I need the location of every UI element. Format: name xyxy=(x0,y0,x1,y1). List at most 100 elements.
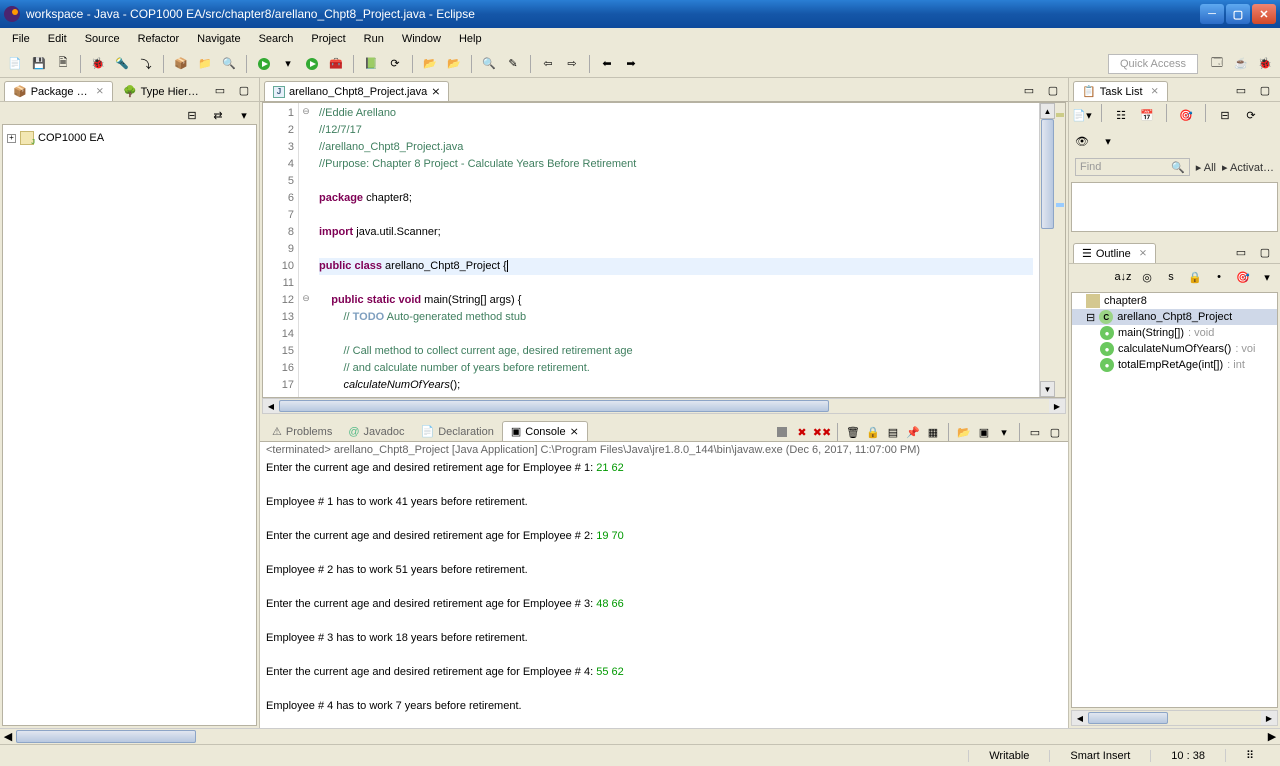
problems-tab[interactable]: ⚠Problems xyxy=(264,422,340,441)
scroll-right-arrow[interactable]: ▶ xyxy=(1264,729,1280,744)
workspace-horizontal-scrollbar[interactable]: ◀ ▶ xyxy=(0,728,1280,744)
activate-dropdown[interactable]: ▸ Activat… xyxy=(1222,161,1274,174)
type-hierarchy-tab[interactable]: 🌳 Type Hier… xyxy=(115,82,207,101)
expand-icon[interactable]: + xyxy=(7,134,16,143)
display-selected-button[interactable]: ▦ xyxy=(924,423,942,441)
close-icon[interactable]: ⨯ xyxy=(1151,86,1159,97)
minimize-view-button[interactable]: ▭ xyxy=(1026,423,1044,441)
hide-local-button[interactable]: • xyxy=(1208,266,1230,288)
declaration-tab[interactable]: 📄Declaration xyxy=(413,422,502,441)
debug-perspective-button[interactable]: 🐞 xyxy=(1254,53,1276,75)
remove-launch-button[interactable]: ✖ xyxy=(793,423,811,441)
schedule-button[interactable]: 📅 xyxy=(1136,104,1158,126)
maximize-view-button[interactable]: ▢ xyxy=(233,79,255,101)
maximize-view-button[interactable]: ▢ xyxy=(1254,241,1276,263)
run-button[interactable] xyxy=(253,53,275,75)
minimize-view-button[interactable]: ▭ xyxy=(209,79,231,101)
hide-static-button[interactable]: s xyxy=(1160,266,1182,288)
open-project-button[interactable]: 📂 xyxy=(443,53,465,75)
debug-run-button[interactable] xyxy=(301,53,323,75)
outline-tab[interactable]: ☰ Outline ⨯ xyxy=(1073,243,1156,263)
editor-vertical-scrollbar[interactable]: ▲ ▼ xyxy=(1039,103,1055,397)
minimize-view-button[interactable]: ▭ xyxy=(1230,79,1252,101)
terminate-button[interactable] xyxy=(773,423,791,441)
close-button[interactable]: ✕ xyxy=(1252,4,1276,24)
task-list-tab[interactable]: 📋 Task List ⨯ xyxy=(1073,81,1168,101)
outline-horizontal-scrollbar[interactable]: ◀ ▶ xyxy=(1071,710,1278,726)
scroll-thumb[interactable] xyxy=(279,400,829,412)
scroll-left-arrow[interactable]: ◀ xyxy=(263,399,279,413)
menu-source[interactable]: Source xyxy=(77,31,128,47)
editor-body[interactable]: 1234567891011121314151617 ⊖⊖ //Eddie Are… xyxy=(262,102,1066,398)
debug-button[interactable]: 🐞 xyxy=(87,53,109,75)
next-edit-button[interactable]: ⇨ xyxy=(561,53,583,75)
open-console-button[interactable]: 📂 xyxy=(955,423,973,441)
minimize-view-button[interactable]: ▭ xyxy=(1018,79,1040,101)
clear-console-button[interactable]: 🗑 xyxy=(844,423,862,441)
save-button[interactable]: 💾 xyxy=(28,53,50,75)
hide-non-public-button[interactable]: 🔒 xyxy=(1184,266,1206,288)
external-tools-button[interactable]: 🧰 xyxy=(325,53,347,75)
new-class-button[interactable]: 📗 xyxy=(360,53,382,75)
console-dropdown[interactable]: ▾ xyxy=(995,423,1013,441)
outline-item[interactable]: ⊟ Carellano_Chpt8_Project xyxy=(1072,309,1277,325)
maximize-view-button[interactable]: ▢ xyxy=(1046,423,1064,441)
coverage-button[interactable]: 🔦 xyxy=(111,53,133,75)
new-package-button[interactable]: 📁 xyxy=(194,53,216,75)
run-dropdown[interactable]: ▾ xyxy=(277,53,299,75)
minimize-button[interactable]: ─ xyxy=(1200,4,1224,24)
task-find-input[interactable]: Find 🔍 xyxy=(1075,158,1190,176)
menu-edit[interactable]: Edit xyxy=(40,31,75,47)
scroll-thumb[interactable] xyxy=(1041,119,1054,229)
scroll-thumb[interactable] xyxy=(16,730,196,743)
package-explorer-tab[interactable]: 📦 Package … ⨯ xyxy=(4,81,113,101)
menu-file[interactable]: File xyxy=(4,31,38,47)
open-perspective-button[interactable]: 🗔 xyxy=(1206,53,1228,75)
new-java-button[interactable]: 📦 xyxy=(170,53,192,75)
menu-run[interactable]: Run xyxy=(356,31,392,47)
remove-all-button[interactable]: ✖✖ xyxy=(813,423,831,441)
outline-item[interactable]: ●main(String[]) : void xyxy=(1072,325,1277,341)
close-icon[interactable]: ⨯ xyxy=(570,425,579,438)
maximize-button[interactable]: ▢ xyxy=(1226,4,1250,24)
back-button[interactable]: ⬅ xyxy=(596,53,618,75)
quick-access-input[interactable]: Quick Access xyxy=(1108,54,1198,74)
project-tree-item[interactable]: + COP1000 EA xyxy=(7,129,252,147)
scroll-right-arrow[interactable]: ▶ xyxy=(1261,711,1277,725)
java-perspective-button[interactable]: ☕ xyxy=(1230,53,1252,75)
scroll-left-arrow[interactable]: ◀ xyxy=(0,729,16,744)
javadoc-tab[interactable]: @Javadoc xyxy=(340,423,412,441)
hide-button[interactable]: 👁 xyxy=(1071,130,1093,152)
scroll-lock-button[interactable]: 🔒 xyxy=(864,423,882,441)
menu-help[interactable]: Help xyxy=(451,31,490,47)
refresh-button[interactable]: ⟳ xyxy=(384,53,406,75)
focus-button[interactable]: 🎯 xyxy=(1232,266,1254,288)
menu-window[interactable]: Window xyxy=(394,31,449,47)
outline-item[interactable]: ●totalEmpRetAge(int[]) : int xyxy=(1072,357,1277,373)
maximize-view-button[interactable]: ▢ xyxy=(1042,79,1064,101)
menu-project[interactable]: Project xyxy=(303,31,353,47)
prev-edit-button[interactable]: ⇦ xyxy=(537,53,559,75)
new-button[interactable]: 📄 xyxy=(4,53,26,75)
categorize-button[interactable]: ☷ xyxy=(1110,104,1132,126)
synchronize-button[interactable]: ⟳ xyxy=(1240,104,1262,126)
close-icon[interactable]: ⨯ xyxy=(1139,248,1147,259)
view-menu-button[interactable]: ▾ xyxy=(1097,130,1119,152)
console-output[interactable]: Enter the current age and desired retire… xyxy=(260,458,1068,728)
console-tab[interactable]: ▣Console⨯ xyxy=(502,421,588,441)
pin-console-button[interactable]: 📌 xyxy=(904,423,922,441)
minimize-view-button[interactable]: ▭ xyxy=(1230,241,1252,263)
scroll-down-arrow[interactable]: ▼ xyxy=(1040,381,1055,397)
editor-horizontal-scrollbar[interactable]: ◀ ▶ xyxy=(262,398,1066,414)
save-all-button[interactable]: 🗎 xyxy=(52,53,74,75)
forward-button[interactable]: ➡ xyxy=(620,53,642,75)
scroll-up-arrow[interactable]: ▲ xyxy=(1040,103,1055,119)
close-icon[interactable]: ⨯ xyxy=(431,85,440,98)
outline-item[interactable]: ●calculateNumOfYears() : voi xyxy=(1072,341,1277,357)
code-area[interactable]: //Eddie Arellano//12/7/17//arellano_Chpt… xyxy=(313,103,1039,397)
new-console-button[interactable]: ▣ xyxy=(975,423,993,441)
outline-body[interactable]: chapter8⊟ Carellano_Chpt8_Project●main(S… xyxy=(1071,292,1278,708)
fold-bar[interactable]: ⊖⊖ xyxy=(299,103,313,397)
show-console-button[interactable]: ▤ xyxy=(884,423,902,441)
close-icon[interactable]: ⨯ xyxy=(96,86,104,97)
